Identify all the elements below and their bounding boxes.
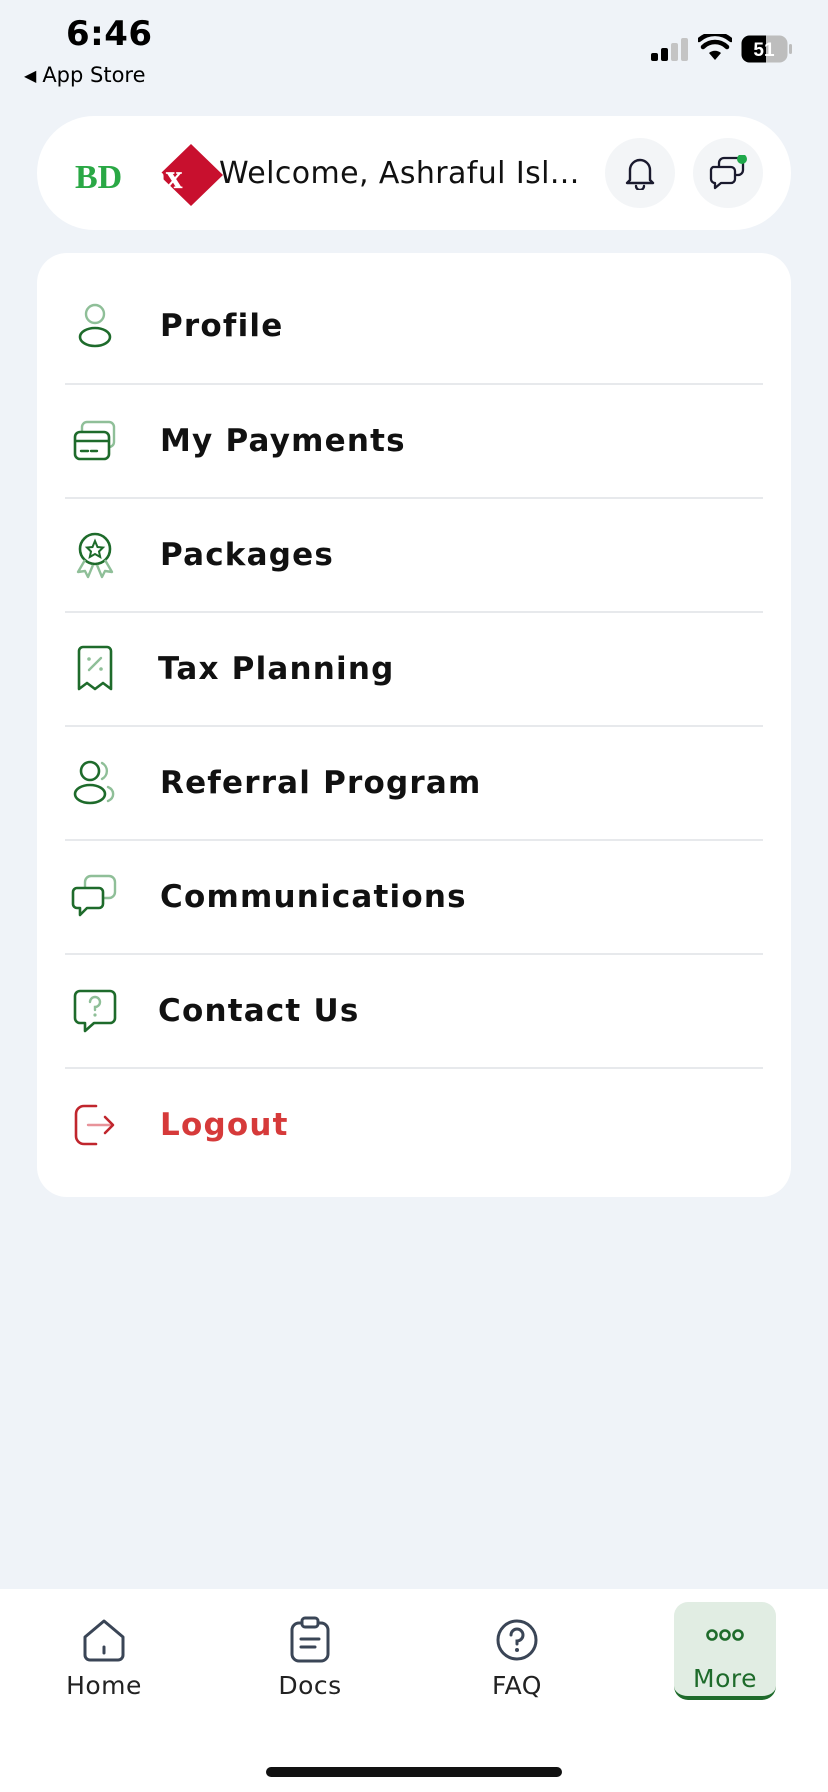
menu-item-packages[interactable]: Packages — [65, 498, 763, 612]
menu-card: Profile My Payments Packages Tax Plannin… — [37, 253, 791, 1197]
nav-home[interactable]: Home — [53, 1607, 155, 1707]
menu-item-communications[interactable]: Communications — [65, 840, 763, 954]
nav-label: FAQ — [492, 1671, 542, 1700]
battery-level: 51 — [753, 40, 775, 61]
logo-bd: BD — [75, 159, 122, 196]
logout-icon — [74, 1104, 115, 1146]
menu-item-my-payments[interactable]: My Payments — [65, 384, 763, 498]
home-indicator — [266, 1767, 562, 1777]
nav-faq[interactable]: FAQ — [466, 1607, 568, 1707]
bottom-nav: Home Docs FAQ More — [0, 1589, 828, 1792]
menu-item-tax-planning[interactable]: Tax Planning — [65, 612, 763, 726]
bell-icon — [625, 158, 655, 190]
menu-label: Communications — [160, 879, 467, 915]
badge-icon — [76, 532, 114, 579]
nav-docs[interactable]: Docs — [259, 1607, 361, 1707]
menu-item-profile[interactable]: Profile — [65, 269, 763, 383]
user-icon — [78, 303, 112, 348]
back-triangle-icon: ◀ — [24, 65, 37, 85]
menu-label: Profile — [160, 308, 284, 344]
notifications-button[interactable] — [605, 138, 675, 208]
back-to-app-store[interactable]: ◀ App Store — [24, 63, 146, 87]
more-icon — [706, 1629, 744, 1641]
card-icon — [73, 420, 116, 461]
nav-label: Docs — [278, 1671, 342, 1700]
header-card: BD Tax Welcome, Ashraful Isl... — [37, 116, 791, 230]
chat-icon — [709, 155, 747, 190]
unread-dot — [737, 155, 747, 164]
nav-label: Home — [66, 1671, 142, 1700]
nav-more[interactable]: More — [674, 1602, 776, 1700]
receipt-percent-icon — [77, 645, 113, 691]
back-label: App Store — [42, 63, 146, 87]
menu-label: Tax Planning — [158, 651, 395, 687]
signal-icon — [651, 38, 688, 61]
nav-label: More — [693, 1664, 757, 1693]
wifi-icon — [698, 34, 732, 60]
bdtax-logo: BD Tax — [75, 144, 223, 206]
menu-label: Logout — [160, 1107, 289, 1143]
welcome-text: Welcome, Ashraful Isl... — [219, 156, 580, 191]
question-icon — [496, 1619, 538, 1661]
menu-item-referral-program[interactable]: Referral Program — [65, 726, 763, 840]
chat-bubbles-icon — [71, 874, 117, 917]
menu-label: Packages — [160, 537, 334, 573]
menu-label: Referral Program — [160, 765, 482, 801]
status-time: 6:46 — [66, 14, 153, 54]
help-chat-icon — [73, 989, 117, 1033]
menu-item-contact-us[interactable]: Contact Us — [65, 954, 763, 1068]
menu-label: My Payments — [160, 423, 406, 459]
home-icon — [83, 1619, 125, 1662]
menu-label: Contact Us — [158, 993, 360, 1029]
clipboard-icon — [290, 1616, 330, 1663]
status-bar: 6:46 ◀ App Store 51 — [0, 0, 828, 96]
menu-item-logout[interactable]: Logout — [65, 1068, 763, 1182]
users-icon — [73, 760, 115, 805]
battery-icon: 51 — [741, 35, 792, 63]
logo-tax: Tax — [129, 159, 183, 196]
messages-button[interactable] — [693, 138, 763, 208]
